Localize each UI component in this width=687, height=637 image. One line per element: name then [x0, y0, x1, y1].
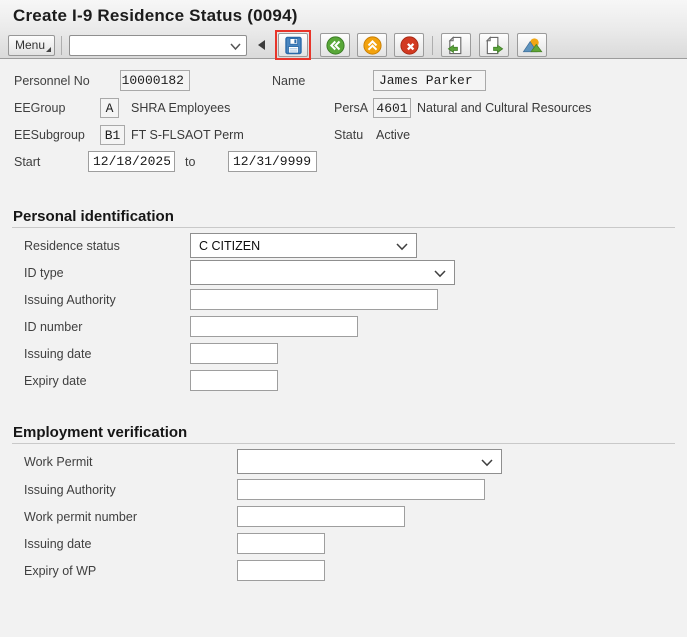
expiry-date-input[interactable]	[190, 370, 278, 391]
chevron-down-icon	[230, 42, 241, 50]
personnel-no-field[interactable]: 10000182	[120, 70, 190, 91]
command-combobox[interactable]	[69, 34, 247, 56]
overview-button[interactable]	[517, 33, 547, 57]
menu-dropdown-triangle-icon	[46, 46, 51, 52]
section-divider	[12, 227, 675, 228]
to-label: to	[185, 155, 196, 169]
next-record-button[interactable]	[479, 33, 509, 57]
previous-record-button[interactable]	[441, 33, 471, 57]
personnel-no-label: Personnel No	[14, 74, 90, 88]
ee-group-text: SHRA Employees	[131, 101, 231, 115]
id-type-label: ID type	[24, 266, 64, 280]
pi-issuing-authority-label: Issuing Authority	[24, 293, 116, 307]
start-date-input[interactable]	[88, 151, 175, 172]
exit-icon	[362, 35, 382, 55]
end-date-input[interactable]	[228, 151, 317, 172]
cancel-button[interactable]	[394, 33, 424, 57]
work-permit-number-label: Work permit number	[24, 510, 137, 524]
chevron-down-icon	[434, 270, 446, 278]
pi-issuing-date-label: Issuing date	[24, 347, 92, 361]
expiry-of-wp-label: Expiry of WP	[24, 564, 97, 578]
toolbar-separator	[61, 35, 62, 55]
exit-button[interactable]	[357, 33, 387, 57]
pers-area-text: Natural and Cultural Resources	[417, 101, 592, 115]
titlebar: Create I-9 Residence Status (0094)	[0, 0, 687, 32]
section-title-employment-verification: Employment verification	[13, 424, 188, 441]
application-toolbar: Menu	[0, 30, 687, 60]
ee-group-code-field[interactable]: A	[100, 98, 119, 118]
save-button[interactable]	[278, 33, 308, 57]
ev-issuing-authority-input[interactable]	[237, 479, 485, 500]
chevron-down-icon	[481, 459, 493, 467]
pers-area-code-field[interactable]: 4601	[373, 98, 411, 118]
previous-record-icon	[447, 35, 461, 54]
back-icon	[325, 35, 345, 55]
ee-subgroup-text: FT S-FLSAOT Perm	[131, 128, 244, 142]
back-button[interactable]	[320, 33, 350, 57]
section-title-personal-identification: Personal identification	[13, 208, 174, 225]
page-title: Create I-9 Residence Status (0094)	[13, 6, 298, 25]
expiry-of-wp-input[interactable]	[237, 560, 325, 581]
sap-window: Create I-9 Residence Status (0094) Menu	[0, 0, 687, 637]
id-number-label: ID number	[24, 320, 83, 334]
ev-issuing-date-label: Issuing date	[24, 537, 92, 551]
expiry-date-label: Expiry date	[24, 374, 87, 388]
status-value: Active	[376, 128, 411, 142]
section-divider	[12, 443, 675, 444]
cancel-icon	[399, 35, 419, 55]
pi-issuing-date-input[interactable]	[190, 343, 278, 364]
id-type-select[interactable]	[190, 260, 455, 285]
ee-subgroup-code-field[interactable]: B1	[100, 125, 125, 145]
residence-status-label: Residence status	[24, 239, 120, 253]
ev-issuing-date-input[interactable]	[237, 533, 325, 554]
status-label: Statu	[334, 128, 364, 142]
residence-status-select[interactable]: C CITIZEN	[190, 233, 417, 258]
collapse-toolbar-icon[interactable]	[258, 40, 265, 50]
ev-issuing-authority-label: Issuing Authority	[24, 483, 116, 497]
ee-subgroup-label: EESubgroup	[14, 128, 85, 142]
toolbar-separator	[432, 35, 433, 55]
pers-area-label: PersA	[334, 101, 369, 115]
id-number-input[interactable]	[190, 316, 358, 337]
work-permit-select[interactable]	[237, 449, 502, 474]
save-icon	[284, 36, 302, 54]
pi-issuing-authority-input[interactable]	[190, 289, 438, 310]
name-label: Name	[272, 74, 306, 88]
next-record-icon	[485, 35, 503, 54]
menu-button[interactable]: Menu	[8, 34, 55, 56]
name-field[interactable]: James Parker	[373, 70, 486, 91]
start-date-label: Start	[14, 155, 41, 169]
chevron-down-icon	[396, 243, 408, 251]
overview-icon	[522, 37, 543, 52]
residence-status-value: C CITIZEN	[199, 238, 261, 253]
work-permit-number-input[interactable]	[237, 506, 405, 527]
save-button-highlight	[275, 30, 311, 60]
work-permit-label: Work Permit	[24, 455, 93, 469]
ee-group-label: EEGroup	[14, 101, 66, 115]
menu-button-label: Menu	[15, 38, 46, 52]
